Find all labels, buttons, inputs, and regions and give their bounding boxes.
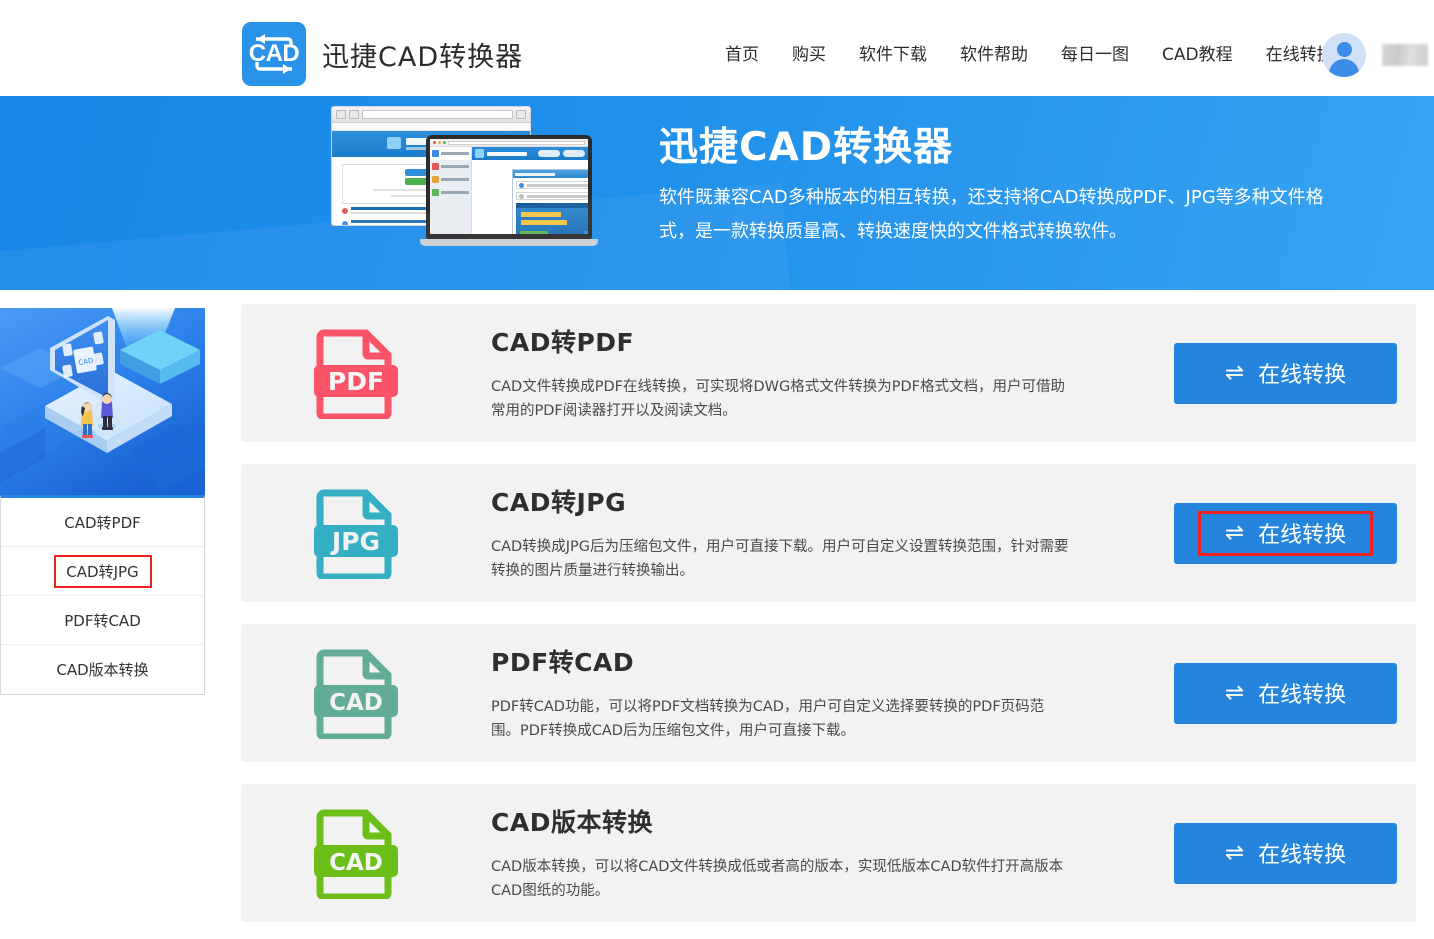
cad-swap-logo-icon: CAD <box>242 22 306 86</box>
card-text: CAD转JPG CAD转换成JPG后为压缩包文件，用户可直接下载。用户可自定义设… <box>491 483 1071 583</box>
username-redacted[interactable] <box>1382 44 1428 66</box>
online-convert-button-highlighted[interactable]: ⇌ 在线转换 <box>1174 502 1397 564</box>
browser-refresh-button-graphic <box>516 110 526 119</box>
main-navigation: 首页 购买 软件下载 软件帮助 每日一图 CAD教程 在线转换 <box>725 40 1334 65</box>
card-description: PDF转CAD功能，可以将PDF文档转换为CAD，用户可自定义选择要转换的PDF… <box>491 699 1045 739</box>
browser-bookmark-bar-graphic <box>332 123 530 131</box>
text-lines-graphic <box>351 220 520 225</box>
feature-card-pdf-to-cad: CAD PDF转CAD PDF转CAD功能，可以将PDF文档转换为CAD，用户可… <box>241 624 1416 762</box>
nav-purchase[interactable]: 购买 <box>792 40 826 65</box>
card-text: PDF转CAD PDF转CAD功能，可以将PDF文档转换为CAD，用户可自定义选… <box>491 643 1071 743</box>
sidebar-item-label: CAD版本转换 <box>56 661 149 679</box>
sidebar-item-pdf-to-cad[interactable]: PDF转CAD <box>1 596 204 645</box>
sidebar-item-cad-to-jpg[interactable]: CAD转JPG <box>1 547 204 596</box>
laptop-base <box>420 239 598 246</box>
jpg-icon-label: JPG <box>330 527 380 556</box>
app-window-chrome <box>430 139 588 147</box>
swap-arrows-icon: ⇌ <box>1224 839 1245 866</box>
logo-text: CAD <box>248 40 300 67</box>
button-label: 在线转换 <box>1258 523 1347 548</box>
swap-arrows-icon: ⇌ <box>1224 359 1245 386</box>
nav-daily-image[interactable]: 每日一图 <box>1061 40 1129 65</box>
sidebar: CAD CAD转PDF CAD转JPG PDF转CAD CAD版本转换 <box>0 308 205 695</box>
online-convert-button[interactable]: ⇌ 在线转换 <box>1174 662 1397 724</box>
illustration-svg: CAD <box>0 308 205 495</box>
sidebar-item-cad-version-convert[interactable]: CAD版本转换 <box>1 645 204 694</box>
browser-and-laptop-illustration <box>323 102 618 262</box>
laptop-screen <box>430 139 588 234</box>
swap-arrows-icon: ⇌ <box>1224 679 1245 706</box>
bullet-icon <box>342 221 348 225</box>
button-label: 在线转换 <box>1258 683 1347 708</box>
browser-address-bar-graphic <box>362 110 513 119</box>
laptop-lid <box>426 135 592 239</box>
feature-card-cad-to-pdf: PDF CAD转PDF CAD文件转换成PDF在线转换，可实现将DWG格式文件转… <box>241 304 1416 442</box>
nav-tutorial[interactable]: CAD教程 <box>1162 40 1233 65</box>
card-text: CAD转PDF CAD文件转换成PDF在线转换，可实现将DWG格式文件转换为PD… <box>491 323 1071 423</box>
feature-card-list: PDF CAD转PDF CAD文件转换成PDF在线转换，可实现将DWG格式文件转… <box>241 304 1416 939</box>
card-description: CAD转换成JPG后为压缩包文件，用户可直接下载。用户可自定义设置转换范围，针对… <box>491 539 1069 579</box>
online-convert-button[interactable]: ⇌ 在线转换 <box>1174 822 1397 884</box>
promo-banner-graphic <box>516 203 588 234</box>
brand-title: 迅捷CAD转换器 <box>322 41 524 73</box>
sidebar-item-label: CAD转JPG <box>66 562 139 581</box>
page-content: CAD CAD转PDF CAD转JPG PDF转CAD CAD版本转换 PDF … <box>0 290 1434 939</box>
swap-arrows-icon: ⇌ <box>1224 519 1245 546</box>
browser-chrome <box>332 107 530 123</box>
brand[interactable]: CAD 迅捷CAD转换器 <box>242 22 523 86</box>
pdf-icon-label: PDF <box>328 367 384 396</box>
user-area[interactable] <box>1322 33 1428 77</box>
banner-text: 迅捷CAD转换器 软件既兼容CAD多种版本的相互转换，还支持将CAD转换成PDF… <box>659 125 1359 249</box>
laptop-graphic <box>420 135 604 250</box>
site-logo-graphic <box>387 137 401 149</box>
sidebar-item-label: PDF转CAD <box>64 611 141 630</box>
nav-home[interactable]: 首页 <box>725 40 759 65</box>
cad-file-icon-teal: CAD <box>310 647 402 741</box>
user-avatar-icon[interactable] <box>1322 33 1366 77</box>
sidebar-menu: CAD转PDF CAD转JPG PDF转CAD CAD版本转换 <box>0 495 205 695</box>
bullet-icon <box>342 208 348 214</box>
feature-card-cad-to-jpg: JPG CAD转JPG CAD转换成JPG后为压缩包文件，用户可直接下载。用户可… <box>241 464 1416 602</box>
card-description: CAD文件转换成PDF在线转换，可实现将DWG格式文件转换为PDF格式文档，用户… <box>491 379 1065 419</box>
avatar-head <box>1336 42 1352 57</box>
browser-back-button-graphic <box>336 110 346 119</box>
app-dialog-graphic <box>512 169 588 234</box>
app-sidebar-graphic <box>430 147 472 234</box>
sidebar-item-cad-to-pdf[interactable]: CAD转PDF <box>1 498 204 547</box>
button-label: 在线转换 <box>1258 843 1347 868</box>
banner-title: 迅捷CAD转换器 <box>659 125 954 170</box>
nav-download[interactable]: 软件下载 <box>859 40 927 65</box>
card-title: PDF转CAD <box>491 648 635 678</box>
pdf-file-icon: PDF <box>310 327 402 421</box>
card-title: CAD转JPG <box>491 488 627 518</box>
cad-icon-label: CAD <box>329 690 383 716</box>
card-text: CAD版本转换 CAD版本转换，可以将CAD文件转换成低或者高的版本，实现低版本… <box>491 803 1071 903</box>
app-topbar-graphic <box>472 147 588 160</box>
card-title: CAD转PDF <box>491 328 635 358</box>
sidebar-item-label: CAD转PDF <box>64 513 141 532</box>
app-main-graphic <box>472 147 588 234</box>
feature-card-cad-version-convert: CAD CAD版本转换 CAD版本转换，可以将CAD文件转换成低或者高的版本，实… <box>241 784 1416 922</box>
online-convert-button[interactable]: ⇌ 在线转换 <box>1174 342 1397 404</box>
cad-converter-app-graphic <box>430 147 588 234</box>
card-description: CAD版本转换，可以将CAD文件转换成低或者高的版本，实现低版本CAD软件打开高… <box>491 859 1064 899</box>
list-item <box>342 220 520 225</box>
card-title: CAD版本转换 <box>491 808 653 838</box>
browser-forward-button-graphic <box>349 110 359 119</box>
site-header: CAD 迅捷CAD转换器 首页 购买 软件下载 软件帮助 每日一图 CAD教程 … <box>0 0 1434 96</box>
banner-subtitle: 软件既兼容CAD多种版本的相互转换，还支持将CAD转换成PDF、JPG等多种文件… <box>659 186 1324 243</box>
jpg-file-icon: JPG <box>310 487 402 581</box>
nav-help[interactable]: 软件帮助 <box>960 40 1028 65</box>
avatar-body <box>1329 59 1359 77</box>
button-label: 在线转换 <box>1258 363 1347 388</box>
isometric-cad-platform-illustration: CAD <box>0 308 205 495</box>
cad-file-icon-green: CAD <box>310 807 402 901</box>
hero-banner: 迅捷CAD转换器 软件既兼容CAD多种版本的相互转换，还支持将CAD转换成PDF… <box>0 96 1434 290</box>
cad-icon-label: CAD <box>329 850 383 876</box>
